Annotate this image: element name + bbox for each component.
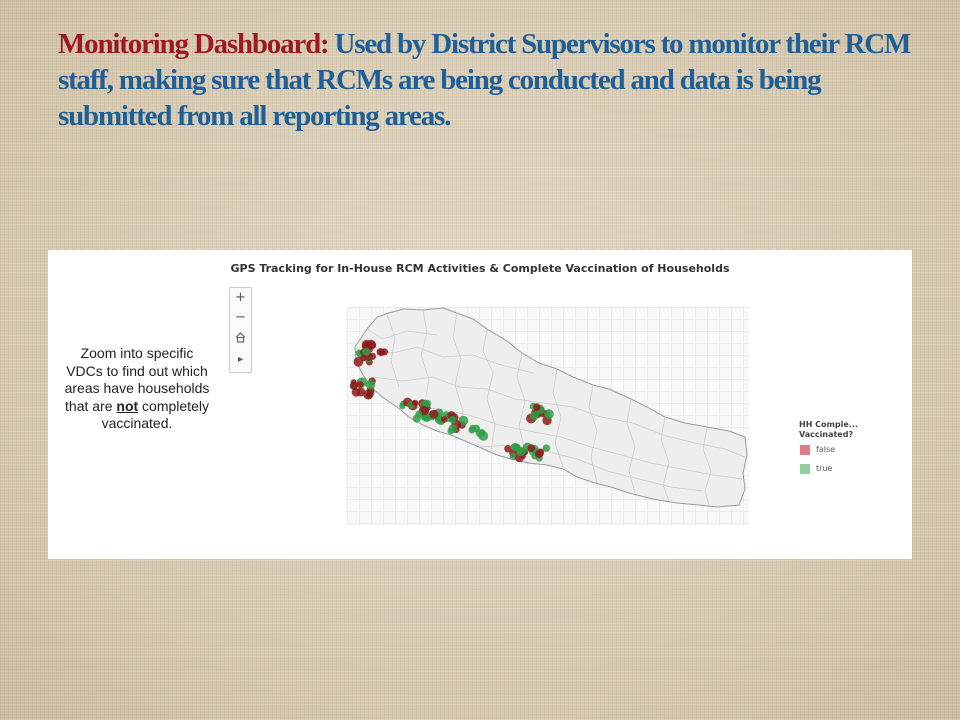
point-not-vaccinated[interactable] (527, 444, 536, 452)
zoom-instruction-note: Zoom into specific VDCs to find out whic… (64, 345, 210, 431)
point-not-vaccinated[interactable] (366, 391, 373, 398)
point-not-vaccinated[interactable] (412, 399, 419, 406)
point-vaccinated[interactable] (448, 416, 457, 424)
legend: HH Comple... Vaccinated? false true (799, 420, 909, 478)
point-not-vaccinated[interactable] (504, 445, 512, 453)
slide-title-lead: Monitoring Dashboard: (58, 28, 330, 60)
plus-icon: + (235, 290, 246, 305)
play-arrow-icon: ▸ (237, 354, 244, 365)
home-button[interactable] (230, 328, 251, 348)
emphasis-not: not (116, 397, 139, 414)
home-icon (235, 332, 246, 343)
point-vaccinated[interactable] (468, 426, 476, 434)
point-vaccinated[interactable] (530, 411, 539, 421)
dashboard-panel: GPS Tracking for In-House RCM Activities… (48, 250, 912, 559)
point-vaccinated[interactable] (479, 429, 486, 436)
point-vaccinated[interactable] (415, 410, 422, 418)
point-not-vaccinated[interactable] (441, 416, 448, 423)
slide-title: Monitoring Dashboard: Used by District S… (58, 26, 938, 134)
point-vaccinated[interactable] (423, 399, 432, 408)
point-not-vaccinated[interactable] (376, 348, 385, 356)
point-vaccinated[interactable] (516, 447, 526, 457)
point-vaccinated[interactable] (544, 409, 554, 419)
point-not-vaccinated[interactable] (356, 381, 364, 389)
point-not-vaccinated[interactable] (535, 449, 544, 459)
point-vaccinated[interactable] (365, 380, 376, 390)
nepal-district-map[interactable] (347, 307, 749, 525)
minus-icon: − (235, 310, 246, 325)
zoom-in-button[interactable]: + (230, 288, 251, 308)
toolbar-expand-button[interactable]: ▸ (230, 349, 251, 369)
legend-item-true[interactable]: true (799, 462, 909, 478)
map-zoom-toolbar: + − ▸ (229, 287, 252, 373)
zoom-out-button[interactable]: − (230, 308, 251, 328)
point-not-vaccinated[interactable] (429, 409, 439, 419)
point-not-vaccinated[interactable] (360, 354, 367, 362)
point-vaccinated[interactable] (362, 347, 371, 356)
map-area[interactable] (347, 307, 749, 525)
legend-swatch-false (800, 445, 810, 455)
viz-title: GPS Tracking for In-House RCM Activities… (230, 262, 730, 275)
legend-item-false[interactable]: false (799, 443, 909, 459)
legend-swatch-true (800, 464, 810, 474)
point-vaccinated[interactable] (448, 424, 458, 434)
point-not-vaccinated[interactable] (533, 403, 541, 411)
legend-title: HH Comple... Vaccinated? (799, 420, 858, 439)
